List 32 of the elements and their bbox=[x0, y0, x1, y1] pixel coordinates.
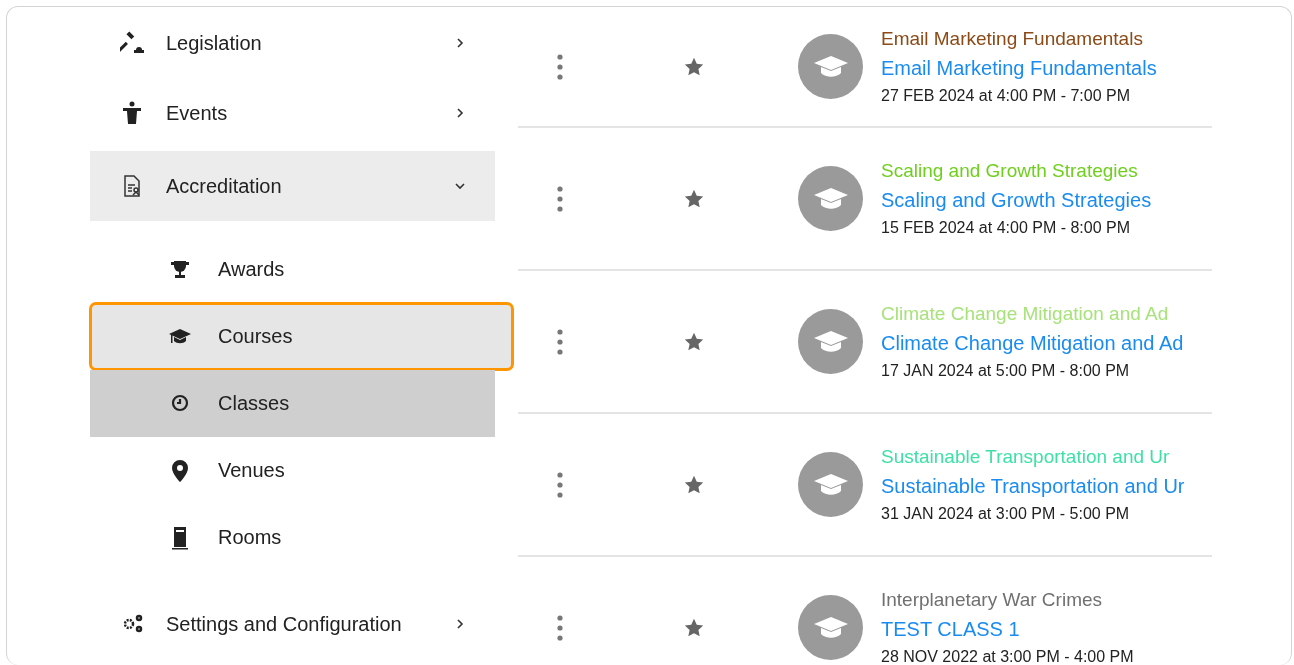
course-category: Sustainable Transportation and Ur bbox=[881, 446, 1171, 468]
sidebar-item[interactable]: Settings and Configuration bbox=[90, 589, 495, 659]
class-date: 17 JAN 2024 at 5:00 PM - 8:00 PM bbox=[881, 362, 1131, 380]
class-date: 27 FEB 2024 at 4:00 PM - 7:00 PM bbox=[881, 87, 1132, 105]
gavel-icon bbox=[120, 31, 144, 55]
sidebar-subitem[interactable]: Rooms bbox=[90, 504, 495, 571]
course-category: Climate Change Mitigation and Ad bbox=[881, 303, 1170, 325]
more-options-icon[interactable] bbox=[557, 614, 563, 641]
more-options-icon[interactable] bbox=[557, 53, 563, 80]
sidebar-subitem[interactable]: Classes bbox=[90, 370, 495, 437]
sidebar-subitem[interactable]: Venues bbox=[90, 437, 495, 504]
podium-icon bbox=[120, 101, 144, 125]
sidebar-subitem[interactable]: Courses bbox=[90, 303, 513, 370]
class-date: 28 NOV 2022 at 3:00 PM - 4:00 PM bbox=[881, 648, 1134, 665]
sidebar-subitem[interactable]: Awards bbox=[90, 236, 495, 303]
graduation-cap-icon bbox=[812, 472, 849, 497]
graduation-cap-icon bbox=[812, 186, 849, 211]
class-title-link[interactable]: Sustainable Transportation and Ur bbox=[881, 475, 1185, 498]
more-options-icon[interactable] bbox=[557, 328, 563, 355]
course-category: Email Marketing Fundamentals bbox=[881, 28, 1144, 50]
sidebar-item[interactable]: Legislation bbox=[90, 8, 495, 78]
class-date: 31 JAN 2024 at 3:00 PM - 5:00 PM bbox=[881, 505, 1131, 523]
more-options-icon[interactable] bbox=[557, 471, 563, 498]
graduation-cap-icon bbox=[812, 329, 849, 354]
course-category: Scaling and Growth Strategies bbox=[881, 160, 1139, 182]
graduation-cap-icon bbox=[812, 615, 849, 640]
class-date: 15 FEB 2024 at 4:00 PM - 8:00 PM bbox=[881, 219, 1132, 237]
course-category: Interplanetary War Crimes bbox=[881, 589, 1104, 611]
more-options-icon[interactable] bbox=[557, 185, 563, 212]
sidebar-item[interactable]: Events bbox=[90, 78, 495, 148]
sidebar-item[interactable]: Accreditation bbox=[90, 151, 495, 221]
graduation-cap-icon bbox=[812, 54, 849, 79]
